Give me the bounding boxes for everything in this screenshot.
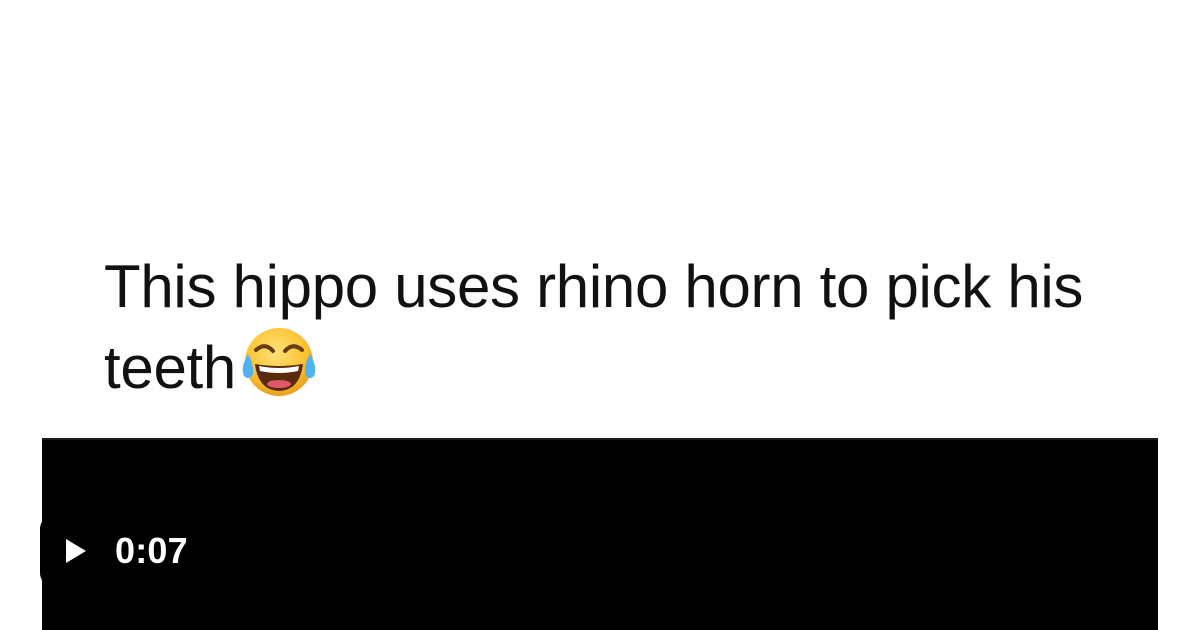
play-button[interactable]: 0:07 [40, 515, 224, 587]
video-duration: 0:07 [115, 530, 188, 571]
video-preview-card: This hippo uses rhino horn to pick his t… [0, 0, 1200, 630]
play-icon [66, 539, 86, 563]
face-with-tears-of-joy-icon [238, 324, 320, 400]
post-caption: This hippo uses rhino horn to pick his t… [104, 250, 1144, 405]
